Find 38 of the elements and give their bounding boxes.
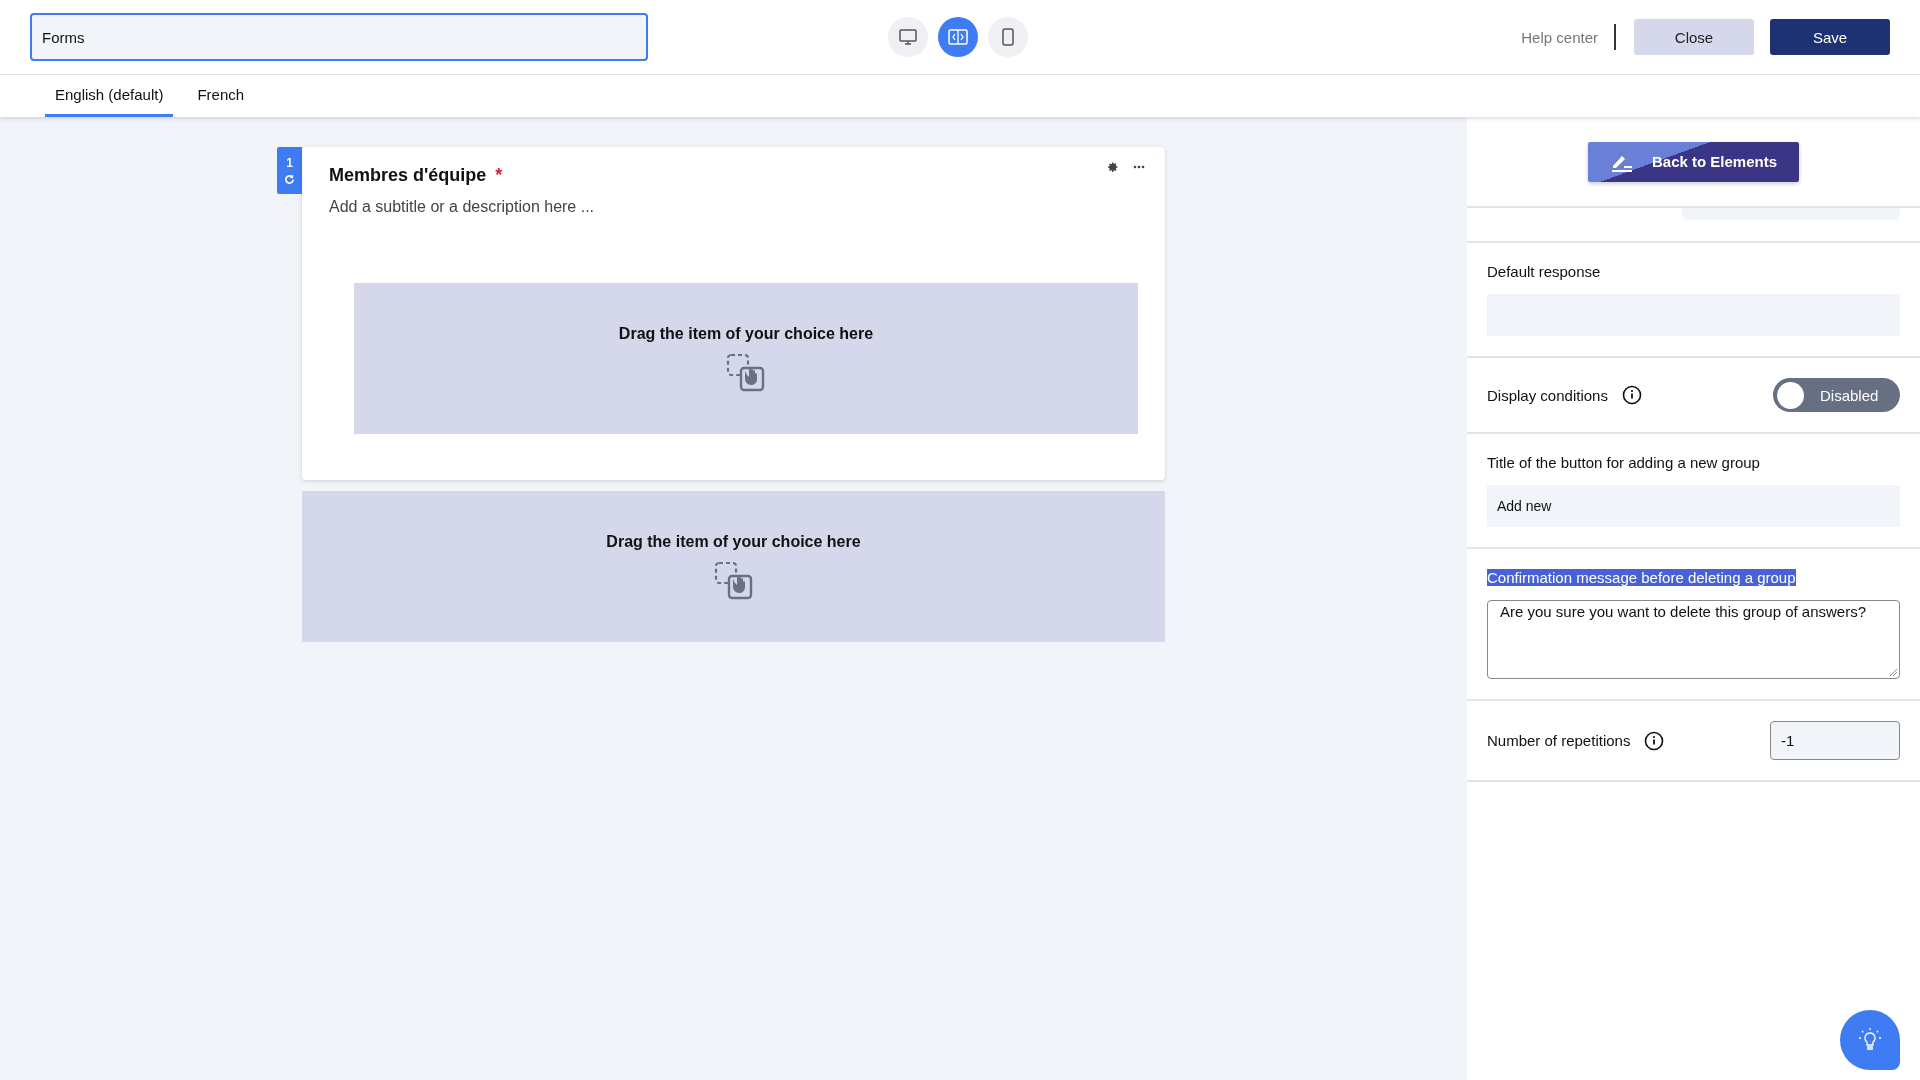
language-tab[interactable]: French [187, 75, 255, 117]
drag-drop-icon [726, 352, 766, 393]
more-options-icon[interactable] [1133, 165, 1145, 169]
phone-icon [1002, 28, 1014, 46]
subtitle-placeholder[interactable]: Add a subtitle or a description here ... [329, 198, 1138, 216]
form-title-field[interactable]: Forms [30, 13, 648, 61]
split-screen-icon [948, 29, 968, 45]
back-to-elements-button[interactable]: Back to Elements [1588, 141, 1799, 182]
info-icon[interactable] [1644, 730, 1665, 751]
partial-field[interactable] [1682, 208, 1900, 220]
close-button[interactable]: Close [1634, 19, 1754, 55]
drag-drop-icon [713, 560, 754, 601]
drop-zone[interactable]: Drag the item of your choice here [354, 283, 1138, 434]
resize-handle-icon[interactable] [1889, 668, 1897, 676]
mobile-view-button[interactable] [988, 17, 1028, 57]
question-title[interactable]: Membres d'équipe [329, 165, 487, 185]
required-asterisk: * [495, 165, 503, 185]
question-number-badge: 1 [277, 147, 302, 194]
split-view-button[interactable] [938, 17, 978, 57]
field-label: Title of the button for adding a new group [1487, 454, 1760, 471]
settings-icon[interactable] [1107, 161, 1119, 173]
language-tab[interactable]: English (default) [45, 75, 174, 117]
display-conditions-toggle[interactable]: Disabled [1773, 378, 1900, 412]
field-label: Default response [1487, 263, 1601, 280]
monitor-icon [899, 29, 917, 45]
info-icon[interactable] [1621, 385, 1642, 405]
text-field[interactable]: Add new [1487, 485, 1900, 527]
help-center-link[interactable]: Help center [1521, 28, 1598, 46]
desktop-view-button[interactable] [888, 17, 928, 57]
field-label: Display conditions [1487, 386, 1608, 404]
drop-zone[interactable]: Drag the item of your choice here [302, 491, 1165, 642]
lightbulb-icon [1858, 1027, 1882, 1053]
repetitions-field[interactable]: -1 [1770, 721, 1900, 760]
message-textarea[interactable]: Are you sure you want to delete this group of answers? [1487, 600, 1900, 679]
refresh-icon[interactable] [284, 174, 295, 185]
field-label: Confirmation message before deleting a group [1487, 569, 1796, 586]
field-label: Number of repetitions [1487, 732, 1631, 749]
save-button[interactable]: Save [1770, 19, 1890, 55]
